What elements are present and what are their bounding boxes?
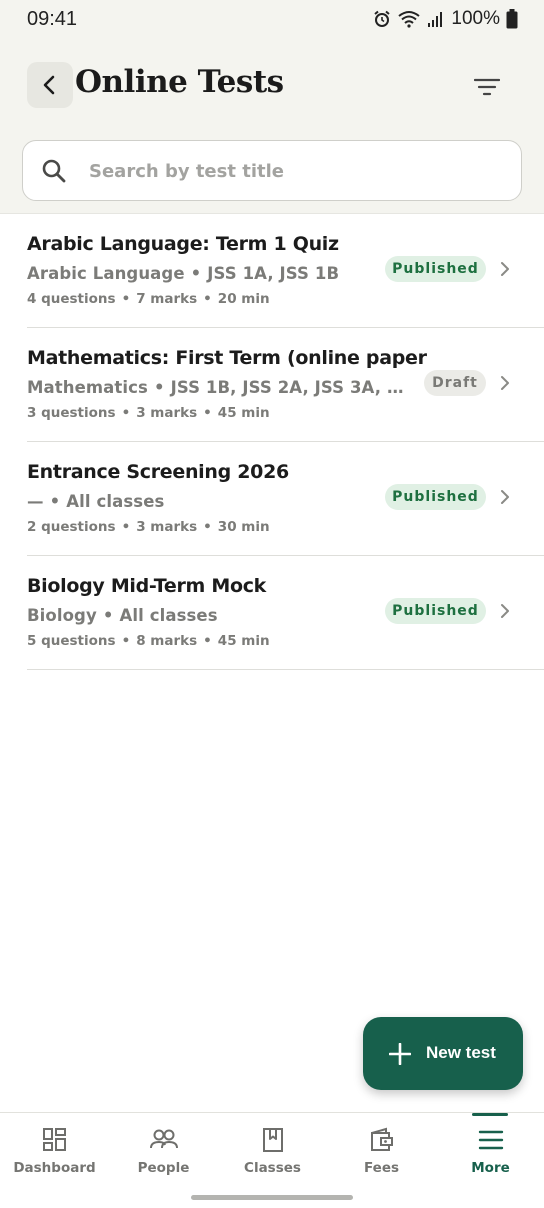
filter-button[interactable] [470,70,504,104]
home-indicator[interactable] [191,1195,353,1200]
page-title: Online Tests [75,64,284,100]
test-title: Entrance Screening 2026 [27,461,289,483]
test-title: Mathematics: First Term (online paper) [27,347,427,369]
nav-item-dashboard[interactable]: Dashboard [0,1113,109,1193]
test-marks: 7 marks [136,291,198,307]
nav-item-people[interactable]: People [109,1113,218,1193]
chevron-left-icon [43,75,55,95]
status-time: 09:41 [27,8,78,30]
signal-icon [428,12,443,27]
test-marks: 8 marks [136,633,198,649]
book-icon [262,1128,283,1152]
test-classes: JSS 1B, JSS 2A, JSS 3A, SS… [170,378,413,397]
test-classes: JSS 1A, JSS 1B [207,264,340,283]
test-stats: 2 questions • 3 marks • 30 min [27,519,270,535]
list-item[interactable]: Arabic Language: Term 1 Quiz Arabic Lang… [27,214,544,328]
status-badge: Published [385,484,486,510]
test-subject-classes: Mathematics • JSS 1B, JSS 2A, JSS 3A, SS… [27,378,413,397]
filter-icon [474,78,500,96]
test-questions: 3 questions [27,405,116,421]
test-duration: 30 min [217,519,270,535]
test-questions: 2 questions [27,519,116,535]
battery-icon [506,9,518,29]
test-duration: 45 min [217,405,270,421]
test-subject-classes: Arabic Language • JSS 1A, JSS 1B [27,264,340,283]
test-subject-classes: Biology • All classes [27,606,218,625]
new-test-label: New test [426,1043,496,1062]
nav-item-more[interactable]: More [436,1113,544,1193]
test-stats: 3 questions • 3 marks • 45 min [27,405,270,421]
nav-label: People [137,1160,190,1176]
search-icon [42,159,66,183]
nav-item-fees[interactable]: Fees [327,1113,436,1193]
status-badge: Published [385,256,486,282]
alarm-icon [374,10,391,27]
test-subject: Biology [27,606,97,625]
people-icon [149,1129,178,1149]
back-button[interactable] [27,62,73,108]
nav-label: Classes [244,1160,301,1176]
list-item[interactable]: Biology Mid-Term Mock Biology • All classe… [27,556,544,670]
list-item[interactable]: Entrance Screening 2026 — • All classes 2 … [27,442,544,556]
wifi-icon [398,11,421,28]
list-item[interactable]: Mathematics: First Term (online paper) M… [27,328,544,442]
chevron-right-icon [501,376,509,390]
test-questions: 5 questions [27,633,116,649]
search-bar [22,140,522,201]
battery-percent: 100% [451,8,500,29]
dashboard-icon [42,1128,66,1151]
test-subject: Arabic Language [27,264,185,283]
plus-icon [389,1043,411,1065]
test-title: Biology Mid-Term Mock [27,575,266,597]
nav-label: More [471,1160,510,1176]
chevron-right-icon [501,262,509,276]
nav-item-classes[interactable]: Classes [218,1113,327,1193]
test-title: Arabic Language: Term 1 Quiz [27,233,339,255]
search-input[interactable] [89,153,499,189]
test-classes: All classes [66,492,165,511]
status-icons: 100% [373,8,518,30]
test-subject: Mathematics [27,378,148,397]
test-questions: 4 questions [27,291,116,307]
chevron-right-icon [501,490,509,504]
wallet-icon [370,1127,393,1151]
nav-label: Fees [363,1160,400,1176]
test-duration: 45 min [217,633,270,649]
status-badge: Draft [424,370,486,396]
test-duration: 20 min [217,291,270,307]
nav-label: Dashboard [13,1160,96,1176]
test-stats: 4 questions • 7 marks • 20 min [27,291,270,307]
test-subject-classes: — • All classes [27,492,165,511]
menu-icon [478,1130,503,1150]
app-bar: Online Tests [0,56,544,116]
test-stats: 5 questions • 8 marks • 45 min [27,633,270,649]
test-subject: — [27,492,44,511]
header-area: 09:41 100% Online Tests Search by test t… [0,0,544,214]
chevron-right-icon [501,604,509,618]
bottom-nav: Dashboard People Classes Fees More [0,1112,544,1208]
status-badge: Published [385,598,486,624]
test-classes: All classes [119,606,218,625]
new-test-button[interactable]: New test [363,1017,523,1090]
status-bar: 09:41 100% [0,0,544,40]
test-marks: 3 marks [136,405,198,421]
test-marks: 3 marks [136,519,198,535]
test-list: Arabic Language: Term 1 Quiz Arabic Lang… [0,214,544,670]
